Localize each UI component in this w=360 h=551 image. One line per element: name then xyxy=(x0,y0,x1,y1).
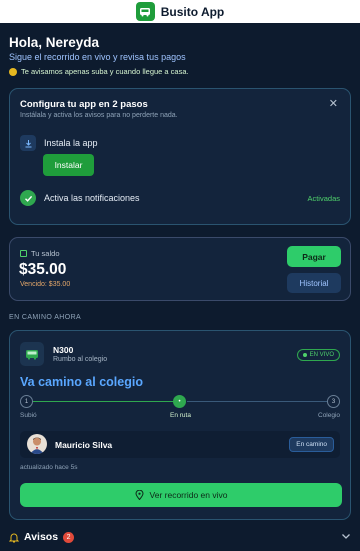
greeting-subtitle: Sigue el recorrido en vivo y revisa tus … xyxy=(9,52,186,62)
route-number: N300 xyxy=(53,345,74,355)
alerts-title: Avisos xyxy=(24,531,59,543)
setup-description: Instálala y activa los avisos para no pe… xyxy=(20,112,178,119)
progress-line-pending xyxy=(187,401,334,402)
install-step-label: Instala la app xyxy=(44,138,98,148)
balance-amount: $35.00 xyxy=(19,261,67,278)
close-icon[interactable]: ✕ xyxy=(329,99,338,110)
location-pin-icon xyxy=(135,490,144,500)
updated-time: actualizado hace 5s xyxy=(20,464,78,471)
balance-card: Tu saldo $35.00 Vencido: $35.00 Pagar Hi… xyxy=(9,237,351,301)
step-node-2: • xyxy=(173,395,186,408)
section-label: EN CAMINO AHORA xyxy=(9,314,82,321)
notifications-status: Activadas xyxy=(307,194,340,203)
download-icon xyxy=(20,135,36,151)
pay-button[interactable]: Pagar xyxy=(287,246,341,267)
app-header: Busito App xyxy=(0,0,360,23)
history-button[interactable]: Historial xyxy=(287,273,341,293)
alerts-count-badge: 2 xyxy=(63,531,75,543)
trip-card: N300 Rumbo al colegio EN VIVO Va camino … xyxy=(9,330,351,520)
avatar xyxy=(27,434,47,454)
setup-step-install: Instala la app xyxy=(20,135,98,151)
notifications-step-label: Activa las notificaciones xyxy=(44,193,140,203)
bus-icon xyxy=(135,2,155,21)
driver-name: Mauricio Silva xyxy=(55,440,113,450)
balance-label: Tu saldo xyxy=(31,249,60,258)
route-subtitle: Rumbo al colegio xyxy=(53,356,108,363)
step-label-1: Subió xyxy=(20,412,37,419)
wallet-icon xyxy=(20,250,27,257)
greeting-note: Te avisamos apenas suba y cuando llegue … xyxy=(9,67,351,76)
balance-label-row: Tu saldo xyxy=(20,249,60,258)
greeting-note-text: Te avisamos apenas suba y cuando llegue … xyxy=(21,67,189,76)
bus-icon xyxy=(20,342,44,366)
install-button[interactable]: Instalar xyxy=(43,154,94,176)
balance-due: Vencido: $35.00 xyxy=(20,281,71,288)
step-node-3: 3 xyxy=(327,395,340,408)
trip-headline: Va camino al colegio xyxy=(20,375,143,389)
app-name: Busito App xyxy=(160,4,225,19)
driver-row: Mauricio Silva En camino xyxy=(20,431,340,458)
live-badge-label: EN VIVO xyxy=(309,352,334,358)
bell-icon xyxy=(9,67,17,76)
alerts-header[interactable]: Avisos 2 xyxy=(9,531,75,543)
live-dot-icon xyxy=(302,353,307,357)
step-label-3: Colegio xyxy=(318,412,341,419)
setup-card: Configura tu app en 2 pasos Instálala y … xyxy=(9,88,351,225)
bell-icon xyxy=(9,533,19,542)
check-icon xyxy=(20,190,36,206)
greeting-section: Hola, Nereyda Sigue el recorrido en vivo… xyxy=(0,23,360,76)
trip-progress: 1 • 3 Subió En ruta Colegio xyxy=(20,395,340,425)
live-badge: EN VIVO xyxy=(296,349,340,361)
greeting-title: Hola, Nereyda xyxy=(9,35,100,50)
chevron-down-icon[interactable] xyxy=(341,532,351,540)
step-node-1: 1 xyxy=(20,395,33,408)
step-label-2: En ruta xyxy=(170,412,191,419)
view-live-route-label: Ver recorrido en vivo xyxy=(149,490,228,500)
setup-title: Configura tu app en 2 pasos xyxy=(20,99,148,110)
view-live-route-button[interactable]: Ver recorrido en vivo xyxy=(20,483,342,507)
progress-line-done xyxy=(32,401,175,402)
driver-status: En camino xyxy=(289,437,334,452)
setup-step-notifications: Activa las notificaciones xyxy=(20,190,140,206)
